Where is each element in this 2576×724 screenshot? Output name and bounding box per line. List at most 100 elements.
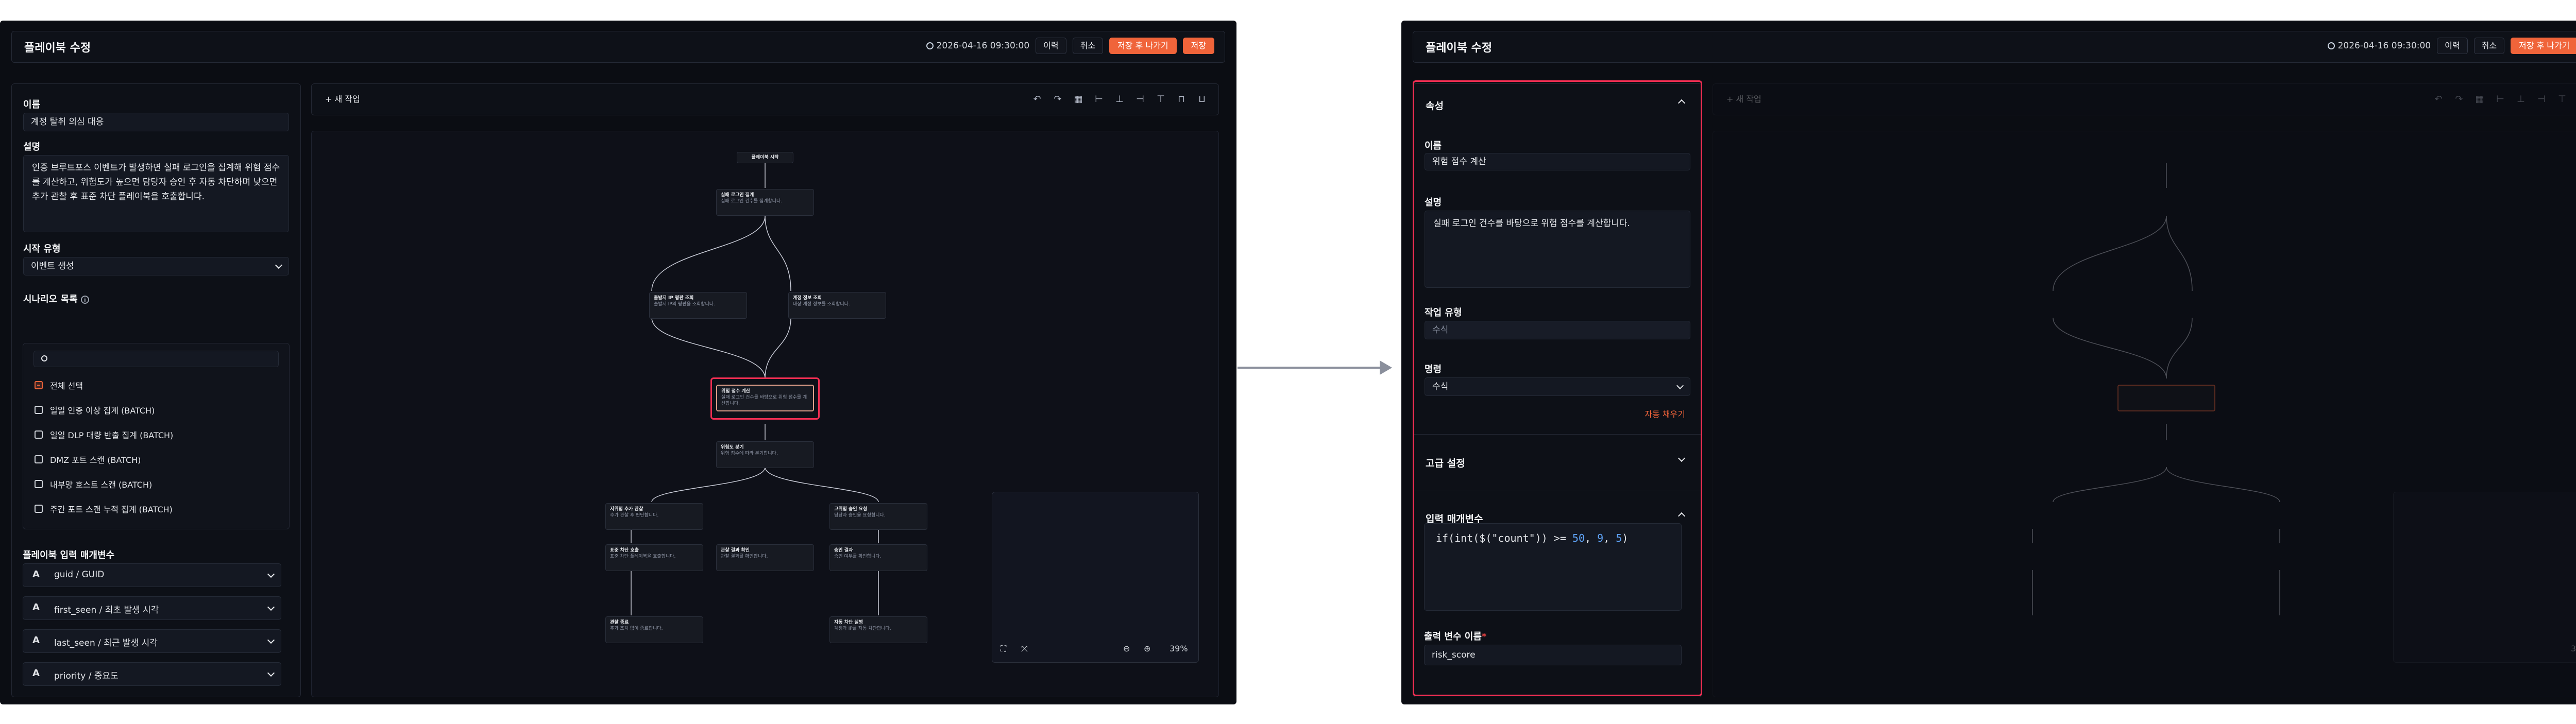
page-title: 플레이북 수정 (1426, 42, 1493, 55)
scenario-list-label: 시나리오 목록 i (23, 292, 89, 305)
scenario-item[interactable]: 전체 선택 (35, 377, 83, 393)
workflow-node[interactable]: 관찰 결과 확인 관찰 결과를 확인합니다. (716, 544, 814, 571)
align-left-icon[interactable]: ⊢ (1093, 93, 1105, 106)
string-type-icon: A (32, 602, 40, 613)
minimap[interactable]: 39% (2393, 492, 2576, 663)
align-top-icon[interactable]: ⊤ (1155, 93, 1167, 106)
timestamp: 2026-04-16 09:30:00 (926, 41, 1029, 51)
align-top-icon[interactable]: ⊤ (2556, 93, 2568, 106)
transition-arrow (1238, 360, 1392, 375)
workflow-node[interactable]: 실패 로그인 집계 실패 로그인 건수를 집계합니다. (716, 189, 814, 216)
new-job-button[interactable]: + 새 작업 (1726, 92, 1761, 105)
fit-view-icon[interactable]: ⛶ (1001, 644, 1006, 654)
redo-icon[interactable]: ↷ (1052, 93, 1064, 106)
zoom-level: 39% (2571, 644, 2576, 653)
timestamp: 2026-04-16 09:30:00 (2327, 41, 2431, 51)
align-center-icon[interactable]: ⊥ (1113, 93, 1126, 106)
name-label: 이름 (23, 99, 41, 110)
checkbox[interactable] (35, 455, 43, 463)
info-icon: i (80, 296, 89, 304)
align-left-icon[interactable]: ⊢ (2494, 93, 2506, 106)
align-right-icon[interactable]: ⊣ (1134, 93, 1146, 106)
redo-icon[interactable]: ↷ (2453, 93, 2465, 106)
zoom-out-icon[interactable]: ⊖ (1123, 644, 1130, 653)
string-type-icon: A (32, 569, 40, 580)
new-job-button[interactable]: + 새 작업 (325, 92, 360, 105)
minimap-controls: 39% (2394, 637, 2576, 662)
workflow-node-start[interactable]: 플레이북 시작 (737, 152, 793, 163)
param-row[interactable]: Aguid / GUID (23, 563, 281, 587)
workflow-canvas[interactable]: 39% (1713, 131, 2576, 697)
workflow-node[interactable]: 계정 정보 조회 대상 계정 정보를 조회합니다. (788, 292, 886, 319)
scenario-item[interactable]: 일일 DLP 대량 반출 집계 (BATCH) (35, 427, 173, 442)
grid-icon[interactable]: ▦ (1072, 93, 1084, 106)
save-and-exit-button[interactable]: 저장 후 나가기 (2511, 38, 2576, 54)
string-type-icon: A (32, 635, 40, 646)
string-type-icon: A (32, 668, 40, 679)
panel-highlight (1413, 80, 1702, 696)
workflow-node[interactable]: 출발지 IP 평판 조회 출발지 IP의 평판을 조회합니다. (649, 292, 747, 319)
align-right-icon[interactable]: ⊣ (2535, 93, 2548, 106)
cancel-button[interactable]: 취소 (1072, 38, 1104, 54)
search-icon (41, 355, 47, 361)
scenario-search-input[interactable] (33, 351, 279, 367)
checkbox-checked[interactable] (35, 381, 43, 389)
chevron-down-icon (267, 636, 275, 644)
undo-icon[interactable]: ↶ (1031, 93, 1043, 106)
chevron-down-icon (275, 261, 283, 269)
description-label: 설명 (23, 142, 41, 152)
history-button[interactable]: 이력 (2437, 38, 2468, 54)
chevron-down-icon (267, 669, 275, 677)
history-button[interactable]: 이력 (1036, 38, 1066, 54)
grid-icon[interactable]: ▦ (2473, 93, 2486, 106)
trigger-type-select[interactable]: 이벤트 생성 (23, 257, 289, 275)
checkbox[interactable] (35, 406, 43, 414)
undo-icon[interactable]: ↶ (2432, 93, 2445, 106)
workflow-node[interactable]: 표준 차단 호출 표준 차단 플레이북을 호출합니다. (605, 544, 703, 571)
app-header: 플레이북 수정 2026-04-16 09:30:00 이력 취소 저장 후 나… (11, 31, 1225, 63)
trigger-type-label: 시작 유형 (23, 244, 61, 254)
workflow-node[interactable]: 저위험 추가 관찰 추가 관찰 후 판단합니다. (605, 503, 703, 530)
description-textarea[interactable]: 인증 브루트포스 이벤트가 발생하면 실패 로그인을 집계해 위험 점수를 계산… (23, 155, 289, 232)
checkbox[interactable] (35, 480, 43, 488)
chevron-down-icon (267, 603, 275, 611)
canvas-toolbar: + 새 작업 ↶ ↷ ▦ ⊢ ⊥ ⊣ ⊤ ⊓ ⊔ (1713, 83, 2576, 115)
workflow-node[interactable]: 승인 결과 승인 여부를 확인합니다. (829, 544, 927, 571)
checkbox[interactable] (35, 430, 43, 439)
minimap[interactable]: ⛶ ⤧ ⊖ ⊕ 39% (992, 492, 1199, 663)
page-title: 플레이북 수정 (24, 42, 91, 55)
save-and-exit-button[interactable]: 저장 후 나가기 (1109, 38, 1177, 54)
workflow-node[interactable]: 고위험 승인 요청 담당자 승인을 요청합니다. (829, 503, 927, 530)
minimap-controls: ⛶ ⤧ ⊖ ⊕ 39% (992, 637, 1198, 662)
playbook-params-label: 플레이북 입력 매개변수 (23, 550, 115, 561)
clock-icon (2327, 42, 2335, 49)
zoom-in-icon[interactable]: ⊕ (1144, 644, 1150, 653)
param-row[interactable]: Alast_seen / 최근 발생 시각 (23, 629, 281, 653)
workflow-node[interactable]: 자동 차단 실행 계정과 IP를 자동 차단합니다. (829, 616, 927, 643)
param-row[interactable]: Apriority / 중요도 (23, 662, 281, 686)
name-input[interactable]: 계정 탈취 의심 대응 (23, 113, 289, 131)
window-after: 플레이북 수정 2026-04-16 09:30:00 이력 취소 저장 후 나… (1401, 21, 2576, 704)
workflow-node[interactable]: 위험도 분기 위험 점수에 따라 분기합니다. (716, 441, 814, 468)
scenario-item[interactable]: 일일 인증 이상 집계 (BATCH) (35, 402, 155, 418)
workflow-node[interactable]: 관찰 종료 추가 조치 없이 종료합니다. (605, 616, 703, 643)
param-row[interactable]: Afirst_seen / 최초 발생 시각 (23, 596, 281, 620)
clock-icon (926, 42, 934, 49)
save-button[interactable]: 저장 (1182, 38, 1214, 54)
checkbox[interactable] (35, 505, 43, 513)
workflow-canvas[interactable]: 플레이북 시작 실패 로그인 집계 실패 로그인 건수를 집계합니다. 출발지 I… (311, 131, 1219, 697)
align-center-icon[interactable]: ⊥ (2515, 93, 2527, 106)
scenario-item[interactable]: 주간 포트 스캔 누적 집계 (BATCH) (35, 501, 173, 516)
scenario-list: 전체 선택 일일 인증 이상 집계 (BATCH) 일일 DLP 대량 반출 집… (23, 343, 290, 529)
canvas-toolbar: + 새 작업 ↶ ↷ ▦ ⊢ ⊥ ⊣ ⊤ ⊓ ⊔ (311, 83, 1219, 115)
selection-highlight (710, 377, 820, 420)
collapse-icon[interactable]: ⤧ (1021, 644, 1028, 654)
zoom-level: 39% (1170, 644, 1188, 653)
align-middle-icon[interactable]: ⊓ (1175, 93, 1188, 106)
scenario-item[interactable]: DMZ 포트 스캔 (BATCH) (35, 452, 141, 467)
window-before: 플레이북 수정 2026-04-16 09:30:00 이력 취소 저장 후 나… (0, 21, 1236, 704)
workflow-node-selected[interactable] (2117, 385, 2215, 411)
cancel-button[interactable]: 취소 (2473, 38, 2505, 54)
align-bottom-icon[interactable]: ⊔ (1196, 93, 1208, 106)
scenario-item[interactable]: 내부망 호스트 스캔 (BATCH) (35, 476, 152, 492)
